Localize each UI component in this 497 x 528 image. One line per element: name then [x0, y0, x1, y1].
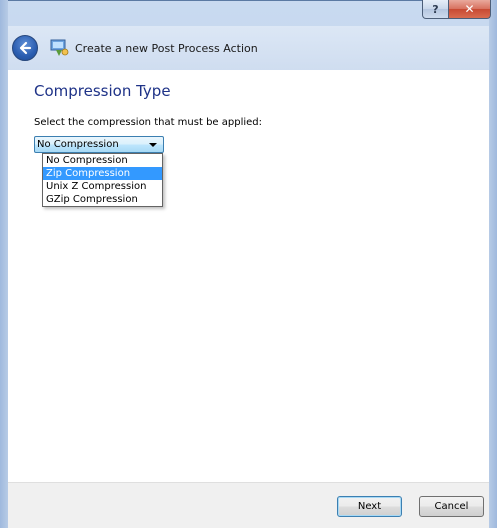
help-button[interactable]: ?	[422, 0, 449, 19]
window-left-border	[0, 0, 8, 528]
wizard-title: Create a new Post Process Action	[75, 42, 258, 55]
next-button[interactable]: Next	[337, 496, 402, 517]
option-no-compression[interactable]: No Compression	[43, 154, 162, 167]
caption-buttons: ? ✕	[422, 0, 491, 19]
wizard-app-icon	[50, 39, 69, 56]
option-gzip-compression[interactable]: GZip Compression	[43, 193, 162, 206]
wizard-header: Create a new Post Process Action	[8, 26, 489, 70]
page-title: Compression Type	[34, 82, 171, 100]
back-button[interactable]	[12, 35, 38, 61]
dropdown-arrow-icon	[149, 143, 157, 147]
compression-select-value: No Compression	[37, 139, 119, 150]
back-arrow-icon	[19, 41, 32, 55]
compression-dropdown-list: No Compression Zip Compression Unix Z Co…	[42, 153, 163, 207]
wizard-content	[8, 70, 489, 482]
close-button[interactable]: ✕	[449, 0, 491, 19]
option-unix-z-compression[interactable]: Unix Z Compression	[43, 180, 162, 193]
compression-select[interactable]: No Compression	[34, 136, 164, 153]
option-zip-compression[interactable]: Zip Compression	[43, 167, 162, 180]
instruction-text: Select the compression that must be appl…	[34, 117, 263, 128]
cancel-button[interactable]: Cancel	[419, 496, 484, 517]
wizard-footer	[8, 482, 489, 528]
window-right-border	[489, 0, 497, 528]
